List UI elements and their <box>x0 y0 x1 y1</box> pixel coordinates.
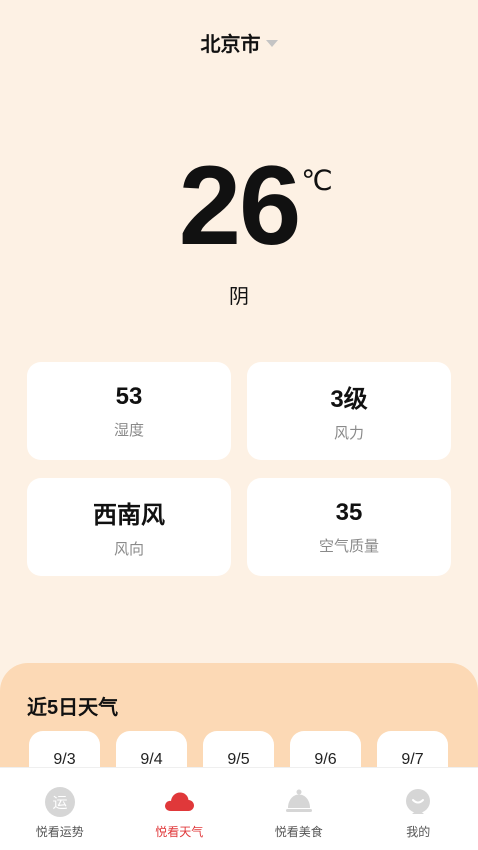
tab-label: 悦看运势 <box>35 825 84 839</box>
cloud-icon <box>165 792 195 811</box>
weather-condition: 阴 <box>229 286 249 308</box>
tab-label: 悦看天气 <box>155 825 204 839</box>
humidity-card: 53 湿度 <box>27 362 231 460</box>
air-quality-value: 35 <box>335 498 363 526</box>
air-quality-card: 35 空气质量 <box>247 478 451 576</box>
city-selector[interactable]: 北京市 <box>0 28 478 57</box>
forecast-date: 9/3 <box>53 751 76 768</box>
temperature-value: 26 <box>178 143 302 268</box>
humidity-label: 湿度 <box>113 421 144 439</box>
wind-level-value: 3级 <box>330 386 368 413</box>
tab-label: 悦看美食 <box>274 825 323 839</box>
wind-level-card: 3级 风力 <box>247 362 451 460</box>
temperature-unit: ℃ <box>301 165 333 196</box>
forecast-date: 9/7 <box>401 751 424 768</box>
city-name: 北京市 <box>200 34 261 56</box>
wind-direction-value: 西南风 <box>93 502 165 529</box>
forecast-date: 9/4 <box>140 751 163 768</box>
wind-direction-card: 西南风 风向 <box>27 478 231 576</box>
food-cloche-icon <box>285 789 312 812</box>
chevron-down-icon <box>265 40 278 47</box>
tab-label: 我的 <box>406 825 431 839</box>
air-quality-label: 空气质量 <box>318 537 379 555</box>
forecast-date: 9/5 <box>227 751 250 768</box>
forecast-title: 近5日天气 <box>27 697 119 719</box>
current-temperature: 26 ℃ <box>0 150 478 262</box>
tab-profile[interactable]: 我的 <box>359 768 478 850</box>
fortune-icon-glyph: 运 <box>52 794 67 812</box>
wind-direction-label: 风向 <box>113 541 144 558</box>
tab-fortune[interactable]: 运 悦看运势 <box>0 768 120 850</box>
bottom-tab-bar: 运 悦看运势 悦看天气 悦看美食 我的 <box>0 767 478 850</box>
forecast-date: 9/6 <box>314 751 337 768</box>
tab-food[interactable]: 悦看美食 <box>239 768 359 850</box>
tab-weather[interactable]: 悦看天气 <box>120 768 240 850</box>
humidity-value: 53 <box>115 382 143 410</box>
fortune-icon: 运 <box>44 787 75 817</box>
profile-icon <box>406 789 431 814</box>
wind-level-label: 风力 <box>333 425 364 442</box>
